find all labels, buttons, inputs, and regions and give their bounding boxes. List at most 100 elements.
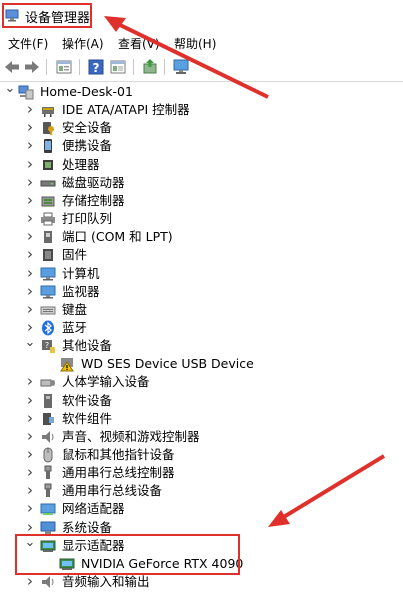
expand-chevron-icon[interactable]: › [24,247,36,262]
collapse-chevron-icon[interactable]: ⌄ [4,82,16,99]
expand-chevron-icon[interactable]: › [24,229,36,244]
usb-icon [40,483,56,499]
expand-chevron-icon[interactable]: › [24,192,36,208]
keyboard-icon [40,302,56,318]
warning-device-icon [59,356,75,372]
firmware-icon [40,247,56,263]
usb-icon [40,465,56,481]
software-component-icon [40,411,56,427]
network-adapter-icon [40,501,56,517]
tree-item[interactable]: › 便携设备 [0,137,403,155]
tree-item[interactable]: › 音频输入和输出 [0,573,403,591]
tree-item-label: IDE ATA/ATAPI 控制器 [62,102,190,118]
expand-chevron-icon[interactable]: › [24,465,36,480]
disk-drive-icon [40,175,56,191]
tree-item-label: 通用串行总线控制器 [62,465,175,481]
toolbar-separator [164,59,165,75]
expand-chevron-icon[interactable]: › [24,501,36,516]
toolbar-separator [79,59,80,75]
menu-view[interactable]: 查看(V) [118,35,160,52]
tree-item[interactable]: › 软件设备 [0,392,403,410]
expand-chevron-icon[interactable]: › [24,428,36,444]
tree-item[interactable]: › 处理器 [0,156,403,174]
menu-file[interactable]: 文件(F) [8,35,48,52]
tree-item[interactable]: › 软件组件 [0,410,403,428]
expand-chevron-icon[interactable]: › [24,374,36,389]
tree-item[interactable]: › 网络适配器 [0,500,403,518]
tree-item-label: 软件组件 [62,410,113,426]
tree-item[interactable]: › 存储控制器 [0,192,403,210]
tree-item-label: 监视器 [62,283,100,299]
tree-item-label: 存储控制器 [62,192,125,208]
tree-item[interactable]: › 通用串行总线控制器 [0,464,403,482]
tree-item[interactable]: › 计算机 [0,265,403,283]
expand-chevron-icon[interactable]: › [24,392,36,408]
tree-item[interactable]: › 键盘 [0,301,403,319]
display-adapter-highlight-box [15,534,240,575]
tree-item-label: 便携设备 [62,138,113,154]
expand-chevron-icon[interactable]: › [24,447,36,462]
tree-item[interactable]: › 固件 [0,246,403,264]
menu-action[interactable]: 操作(A) [62,35,104,52]
tree-item[interactable]: › 安全设备 [0,119,403,137]
tree-item[interactable]: › 蓝牙 [0,319,403,337]
tree-item[interactable]: › 人体学输入设备 [0,373,403,391]
ide-controller-icon [40,102,56,118]
computer-root-icon [18,84,34,100]
bluetooth-icon [40,320,56,336]
tree-item[interactable]: › 通用串行总线设备 [0,482,403,500]
expand-chevron-icon[interactable]: › [24,102,36,117]
tree-root[interactable]: ⌄ Home-Desk-01 [0,82,403,101]
expand-chevron-icon[interactable]: › [24,283,36,299]
portable-device-icon [40,138,56,154]
properties-panel-icon[interactable] [109,58,127,76]
tree-item-label: 计算机 [62,265,100,281]
expand-chevron-icon[interactable]: › [24,301,36,317]
svg-text:?: ? [45,341,49,350]
tree-item-label: 蓝牙 [62,319,88,335]
tree-item-label: 打印队列 [62,211,113,227]
expand-chevron-icon[interactable]: › [24,483,36,498]
tree-child-item[interactable]: WD SES Device USB Device [0,355,403,373]
expand-chevron-icon[interactable]: › [24,265,36,281]
expand-chevron-icon[interactable]: › [24,410,36,426]
expand-chevron-icon[interactable]: › [24,156,36,172]
tree-item-label: 人体学输入设备 [62,374,150,390]
expand-chevron-icon[interactable]: › [24,138,36,153]
expand-chevron-icon[interactable]: › [24,211,36,226]
scan-hardware-icon[interactable] [172,58,190,76]
processor-icon [40,157,56,173]
tree-item-label: 固件 [62,247,88,263]
port-icon [40,229,56,245]
tree-item-label: Home-Desk-01 [40,84,133,99]
computer-icon [40,266,56,282]
monitor-icon [40,284,56,300]
expand-chevron-icon[interactable]: › [24,174,36,190]
tree-item[interactable]: › 监视器 [0,283,403,301]
help-icon[interactable]: ? [87,58,105,76]
update-driver-icon[interactable] [141,58,159,76]
software-device-icon [40,393,56,409]
forward-arrow-icon[interactable] [23,58,41,76]
tree-item[interactable]: › 鼠标和其他指针设备 [0,446,403,464]
properties-icon[interactable] [55,58,73,76]
collapse-chevron-icon[interactable]: ⌄ [24,336,36,353]
tree-item[interactable]: › 打印队列 [0,210,403,228]
expand-chevron-icon[interactable]: › [24,574,36,589]
expand-chevron-icon[interactable]: › [24,319,36,335]
tree-item[interactable]: › 声音、视频和游戏控制器 [0,428,403,446]
tree-item-label: 端口 (COM 和 LPT) [62,229,173,245]
tree-item[interactable]: ⌄? 其他设备 [0,336,403,355]
tree-item[interactable]: › IDE ATA/ATAPI 控制器 [0,101,403,119]
back-arrow-icon[interactable] [3,58,21,76]
tree-item[interactable]: › 磁盘驱动器 [0,174,403,192]
audio-io-icon [40,574,56,590]
tree-item[interactable]: › 端口 (COM 和 LPT) [0,228,403,246]
tree-item-label: WD SES Device USB Device [81,356,254,372]
tree-item-label: 通用串行总线设备 [62,483,163,499]
menu-help[interactable]: 帮助(H) [174,35,216,52]
expand-chevron-icon[interactable]: › [24,120,36,135]
tree-item-label: 磁盘驱动器 [62,174,125,190]
expand-chevron-icon[interactable]: › [24,519,36,535]
tree-item-label: 安全设备 [62,120,113,136]
